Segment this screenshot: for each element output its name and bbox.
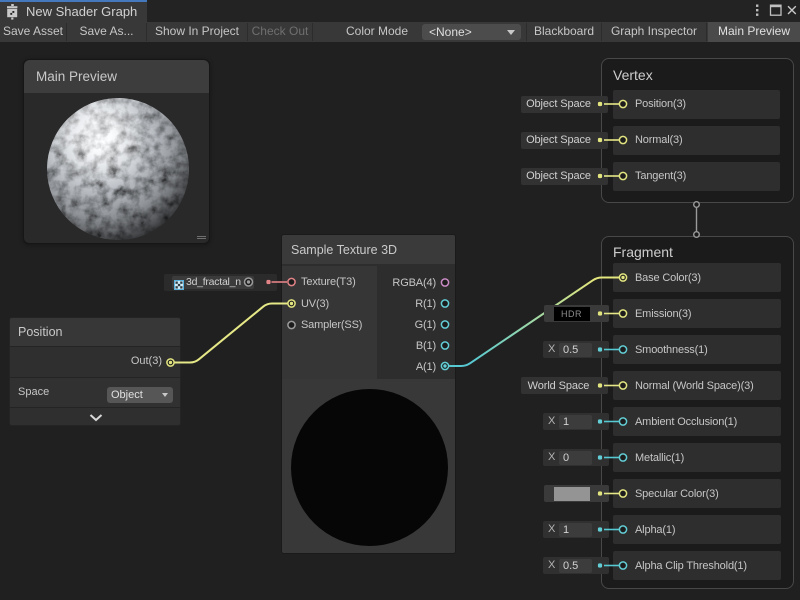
x-label: X — [548, 522, 555, 537]
sample-preview-sphere — [291, 389, 448, 546]
smoothness-value-field[interactable]: 0.5 — [559, 343, 592, 357]
position-out-label: Out(3) — [131, 355, 162, 367]
fragment-row-alpha[interactable]: Alpha(1) — [613, 515, 781, 544]
specular-color-widget[interactable] — [544, 485, 609, 502]
main-preview-button[interactable]: Main Preview — [708, 22, 800, 42]
main-preview-title: Main Preview — [36, 69, 117, 84]
color-mode-value: <None> — [429, 25, 472, 39]
sample-output-r: R(1) — [366, 297, 436, 311]
fragment-row-metallic[interactable]: Metallic(1) — [613, 443, 781, 472]
chevron-down-icon — [89, 414, 103, 422]
x-label: X — [548, 558, 555, 573]
vertex-row-position[interactable]: Position(3) — [613, 90, 780, 119]
alpha-clip-value-field[interactable]: 0.5 — [559, 559, 592, 573]
sample-input-texture: Texture(T3) — [301, 275, 356, 289]
window-menu-button[interactable] — [751, 0, 763, 22]
vertex-row-tangent[interactable]: Tangent(3) — [613, 162, 780, 191]
main-preview-header[interactable]: Main Preview — [24, 60, 209, 93]
alpha-clip-float-widget: X 0.5 — [543, 557, 609, 574]
emission-hdr-label: HDR — [554, 307, 590, 321]
graph-inspector-button[interactable]: Graph Inspector — [602, 22, 706, 42]
smoothness-float-widget: X 0.5 — [543, 341, 609, 358]
sample-output-b: B(1) — [366, 339, 436, 353]
sample-output-g: G(1) — [366, 318, 436, 332]
vertex-tangent-binding: Object Space — [521, 168, 608, 185]
main-preview-panel[interactable]: Main Preview — [23, 59, 210, 244]
position-out-row: Out(3) — [10, 346, 180, 377]
fragment-row-alpha-clip[interactable]: Alpha Clip Threshold(1) — [613, 551, 781, 580]
color-mode-label: Color Mode — [346, 22, 408, 42]
vertex-row-normal[interactable]: Normal(3) — [613, 126, 780, 155]
sample-input-uv: UV(3) — [301, 297, 329, 311]
position-space-dropdown[interactable]: Object — [107, 387, 173, 403]
x-label: X — [548, 342, 555, 357]
sample-texture-3d-title-bar[interactable]: Sample Texture 3D — [282, 235, 455, 264]
alpha-value-field[interactable]: 1 — [559, 523, 592, 537]
normal-space-binding: World Space — [521, 377, 608, 394]
maximize-window-icon — [768, 0, 784, 22]
sample-node-preview — [282, 379, 456, 554]
vertex-position-binding: Object Space — [521, 96, 608, 113]
check-out-button[interactable]: Check Out — [248, 22, 312, 42]
texture-property-name: 3d_fractal_n — [186, 276, 241, 288]
position-node-title-bar[interactable]: Position — [10, 318, 180, 346]
position-space-value: Object — [111, 388, 143, 402]
fragment-node-title: Fragment — [613, 244, 673, 260]
dropdown-arrow-icon — [507, 30, 515, 35]
sample-output-rgba: RGBA(4) — [366, 276, 436, 290]
shader-graph-window: Vertex Position(3) Normal(3) Tangent(3) … — [0, 0, 800, 600]
panel-resize-grip[interactable] — [197, 235, 206, 240]
edge-position-to-uv[interactable] — [171, 304, 288, 363]
window-close-button[interactable] — [785, 0, 800, 22]
ambient-occlusion-value-field[interactable]: 1 — [559, 415, 592, 429]
sample-output-a: A(1) — [366, 360, 436, 374]
x-label: X — [548, 414, 555, 429]
fragment-row-base-color[interactable]: Base Color(3) — [613, 263, 781, 292]
toolbar: Save Asset Save As... Show In Project Ch… — [0, 22, 800, 42]
tab-bar: New Shader Graph — [0, 0, 800, 22]
show-in-project-button[interactable]: Show In Project — [147, 22, 247, 42]
position-node-title: Position — [18, 325, 62, 339]
position-space-row: Space Object — [10, 377, 180, 407]
preview-sphere — [24, 93, 209, 243]
fragment-row-smoothness[interactable]: Smoothness(1) — [613, 335, 781, 364]
specular-color-swatch[interactable] — [554, 487, 590, 501]
fragment-row-ambient-occlusion[interactable]: Ambient Occlusion(1) — [613, 407, 781, 436]
metallic-float-widget: X 0 — [543, 449, 609, 466]
texture-property-pill-body: 3d_fractal_n — [172, 276, 254, 290]
kebab-menu-icon — [751, 0, 763, 22]
x-label: X — [548, 450, 555, 465]
emission-color-swatch[interactable]: HDR — [554, 307, 590, 321]
tab-title: New Shader Graph — [26, 4, 137, 19]
vertex-normal-binding: Object Space — [521, 132, 608, 149]
save-asset-button[interactable]: Save Asset — [0, 22, 66, 42]
texture-3d-icon — [174, 277, 184, 287]
toolbar-separator — [312, 23, 313, 41]
ambient-occlusion-float-widget: X 1 — [543, 413, 609, 430]
metallic-value-field[interactable]: 0 — [559, 451, 592, 465]
tab-new-shader-graph[interactable]: New Shader Graph — [0, 0, 147, 22]
window-maximize-button[interactable] — [768, 0, 784, 22]
fragment-row-emission[interactable]: Emission(3) — [613, 299, 781, 328]
vertex-node-title: Vertex — [613, 67, 653, 83]
sample-texture-3d-title: Sample Texture 3D — [291, 243, 397, 257]
position-collapse-row[interactable] — [10, 407, 180, 426]
position-space-label: Space — [18, 386, 49, 398]
color-mode-dropdown[interactable]: <None> — [422, 24, 521, 40]
blackboard-button[interactable]: Blackboard — [527, 22, 601, 42]
emission-color-widget[interactable]: HDR — [544, 305, 609, 322]
save-as-button[interactable]: Save As... — [67, 22, 146, 42]
fragment-row-normal-world[interactable]: Normal (World Space)(3) — [613, 371, 781, 400]
close-x-icon — [785, 0, 800, 22]
position-node[interactable]: Position Out(3) Space Object — [9, 317, 181, 426]
main-preview-body — [24, 93, 209, 243]
toolbar-separator — [706, 23, 707, 41]
texture-property-node[interactable]: 3d_fractal_n — [164, 274, 277, 292]
shader-graph-icon — [7, 4, 20, 20]
alpha-float-widget: X 1 — [543, 521, 609, 538]
fragment-row-specular-color[interactable]: Specular Color(3) — [613, 479, 781, 508]
sample-input-sampler: Sampler(SS) — [301, 318, 362, 332]
dropdown-arrow-icon — [162, 393, 168, 397]
